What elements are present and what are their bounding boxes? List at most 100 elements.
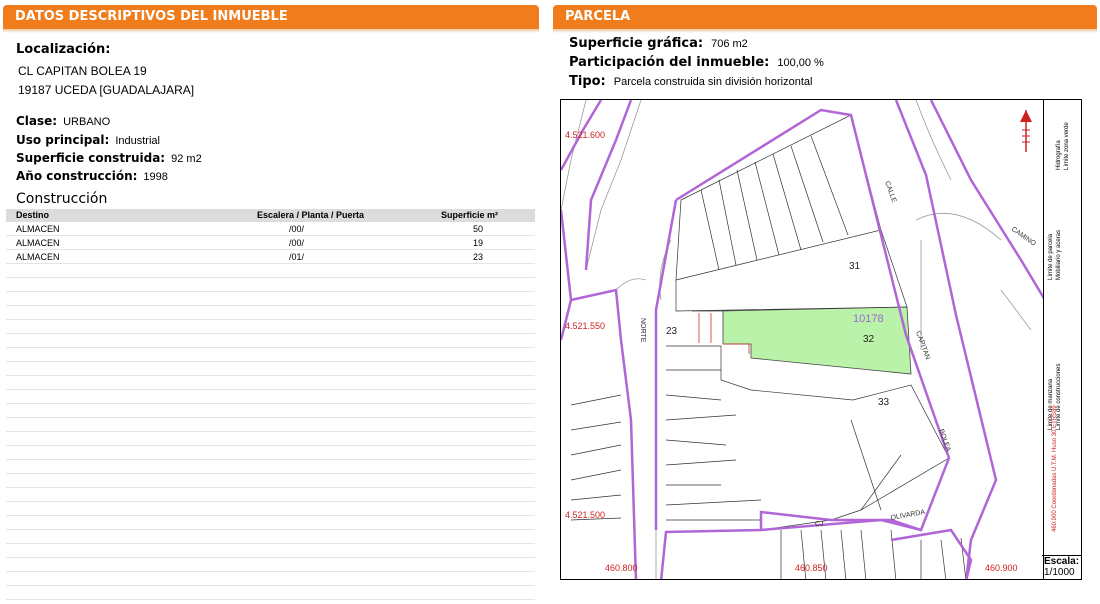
column-escalera: Escalera / Planta / Puerta [257, 210, 365, 220]
construccion-table: ALMACEN/00/50 ALMACEN/00/19 ALMACEN/01/23 [6, 222, 535, 604]
street-name: CAMINO [1010, 226, 1037, 248]
table-row [6, 264, 535, 278]
street-name: CAPITAN [914, 330, 931, 360]
clase-label: Clase: [16, 114, 58, 128]
street-name: CALLE [883, 180, 897, 204]
cell-planta: /01/ [289, 252, 305, 262]
map-svg: 4.521.600 4.521.550 4.521.500 460.800 46… [561, 100, 1043, 579]
scale-value: 1/1000 [1044, 567, 1075, 578]
superficie-grafica-row: Superficie gráfica: 706 m2 [569, 34, 824, 53]
superficie-grafica-value: 706 m2 [711, 38, 748, 50]
participacion-value: 100,00 % [777, 57, 824, 69]
uso-label: Uso principal: [16, 133, 110, 147]
table-row [6, 502, 535, 516]
cell-planta: /00/ [289, 238, 305, 248]
column-destino: Destino [16, 210, 50, 220]
cell-destino: ALMACEN [16, 224, 60, 234]
construccion-title: Construcción [16, 191, 108, 207]
cell-superficie: 50 [473, 224, 484, 234]
superficie-label: Superficie construida: [16, 151, 166, 165]
coord-label: 4.521.550 [565, 321, 605, 331]
table-row [6, 292, 535, 306]
table-row: ALMACEN/01/23 [6, 250, 535, 264]
anio-label: Año construcción: [16, 169, 138, 183]
parcela-info: Superficie gráfica: 706 m2 Participación … [569, 34, 824, 91]
lot-number: 33 [878, 397, 890, 408]
address-line-2: 19187 UCEDA [GUADALAJARA] [18, 83, 195, 97]
coord-label: 4.521.600 [565, 130, 605, 140]
cadastral-map[interactable]: 4.521.600 4.521.550 4.521.500 460.800 46… [560, 99, 1044, 580]
table-row [6, 488, 535, 502]
localizacion-label: Localización: [16, 42, 111, 57]
table-row [6, 320, 535, 334]
table-row [6, 278, 535, 292]
cell-destino: ALMACEN [16, 252, 60, 262]
table-row [6, 306, 535, 320]
column-superficie: Superficie m² [441, 210, 499, 220]
street-name: OLIVARDA [890, 509, 926, 522]
table-row [6, 376, 535, 390]
participacion-row: Participación del inmueble: 100,00 % [569, 53, 824, 72]
clase-row: Clase: URBANO [16, 112, 110, 130]
street-name: CJ [815, 521, 824, 528]
lot-number: 31 [849, 261, 861, 272]
clase-value: URBANO [63, 116, 111, 128]
table-row [6, 390, 535, 404]
inmueble-header: DATOS DESCRIPTIVOS DEL INMUEBLE [3, 5, 539, 29]
legend-item: Hidrografía [1056, 140, 1062, 170]
map-legend: Límite de manzana Límite de parcela Lími… [1042, 99, 1082, 580]
table-row [6, 558, 535, 572]
tipo-label: Tipo: [569, 74, 606, 89]
table-row [6, 446, 535, 460]
tipo-value: Parcela construida sin división horizont… [613, 76, 813, 88]
legend-coordinates: 460.900 Coordenadas U.T.M. Huso 30 ETRS8… [1052, 405, 1058, 532]
table-row [6, 460, 535, 474]
uso-row: Uso principal: Industrial [16, 131, 160, 149]
legend-item: Mobiliario y aceras [1056, 229, 1062, 280]
tipo-row: Tipo: Parcela construida sin división hor… [569, 72, 824, 91]
table-row [6, 586, 535, 600]
cell-planta: /00/ [289, 224, 305, 234]
cell-superficie: 19 [473, 238, 484, 248]
table-row: ALMACEN/00/50 [6, 222, 535, 236]
street-name: BOLEA [937, 428, 952, 453]
anio-value: 1998 [143, 171, 168, 183]
table-row: ALMACEN/00/19 [6, 236, 535, 250]
legend-item: Límite zona verde [1064, 122, 1070, 170]
superficie-grafica-label: Superficie gráfica: [569, 36, 704, 51]
coord-label: 460.900 [985, 563, 1018, 573]
north-arrow-icon [1020, 110, 1032, 152]
participacion-label: Participación del inmueble: [569, 55, 770, 70]
lot-number: 32 [863, 334, 875, 345]
uso-value: Industrial [115, 135, 160, 147]
table-row [6, 404, 535, 418]
lot-number: 23 [666, 326, 678, 337]
cell-destino: ALMACEN [16, 238, 60, 248]
table-row [6, 362, 535, 376]
superficie-row: Superficie construida: 92 m2 [16, 149, 202, 167]
table-row [6, 544, 535, 558]
table-row [6, 474, 535, 488]
superficie-value: 92 m2 [171, 153, 202, 165]
scale-box: Escala: 1/1000 [1042, 555, 1082, 580]
coord-label: 460.800 [605, 563, 638, 573]
header-shadow [553, 29, 1097, 33]
parcela-header: PARCELA [553, 5, 1097, 29]
table-row [6, 516, 535, 530]
table-row [6, 432, 535, 446]
table-row [6, 530, 535, 544]
street-name: NORTE [639, 318, 646, 343]
table-row [6, 418, 535, 432]
parcel-ref: 10178 [853, 313, 884, 325]
table-row [6, 334, 535, 348]
table-row [6, 348, 535, 362]
coord-label: 460.850 [795, 563, 828, 573]
table-row [6, 572, 535, 586]
address-line-1: CL CAPITAN BOLEA 19 [18, 64, 147, 78]
table-header: Destino Escalera / Planta / Puerta Super… [6, 209, 535, 222]
cell-superficie: 23 [473, 252, 484, 262]
scale-label: Escala: [1044, 556, 1080, 567]
anio-row: Año construcción: 1998 [16, 167, 168, 185]
header-shadow [3, 29, 539, 33]
legend-item: Límite de parcela [1048, 233, 1054, 280]
